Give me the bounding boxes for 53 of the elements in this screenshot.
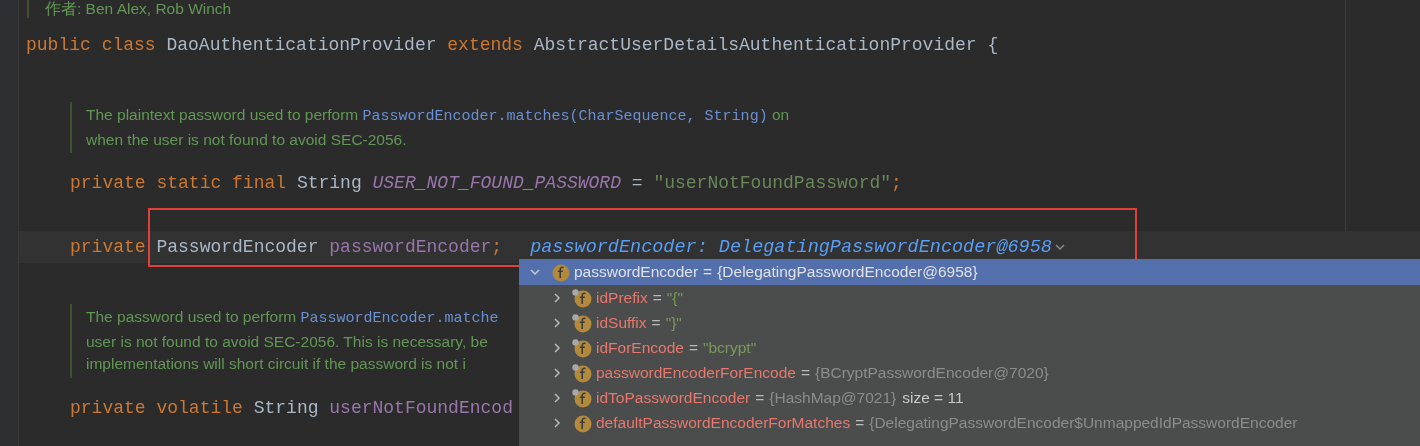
equals-sign: =: [688, 338, 698, 357]
variable-name: idSuffix: [596, 313, 647, 332]
equals-sign: =: [800, 363, 810, 382]
doc-comment-line: user is not found to avoid SEC-2056. This is necessary, be: [86, 331, 488, 352]
size-text: size = 11: [902, 388, 964, 407]
code-line: private volatile String userNotFoundEncod: [70, 397, 513, 418]
chevron-down-icon[interactable]: [529, 266, 541, 278]
variable-value: {DelegatingPasswordEncoder$UnmappedIdPasswordEncoder: [869, 413, 1298, 432]
variable-value: {HashMap@7021}: [769, 388, 897, 407]
field-icon: [571, 287, 592, 308]
variable-name: defaultPasswordEncoderForMatches: [596, 413, 851, 432]
chevron-down-icon[interactable]: [1054, 243, 1065, 251]
equals-sign: =: [855, 413, 865, 432]
field-icon: [571, 312, 592, 333]
code-line: private PasswordEncoder passwordEncoder;: [70, 237, 503, 257]
equals-sign: =: [651, 313, 661, 332]
variable-row[interactable]: passwordEncoderForEncode = {BCryptPasswordEncoder@7020}: [519, 360, 1420, 385]
variable-name: idPrefix: [596, 288, 648, 307]
field-icon: [571, 387, 592, 408]
code-line: private static final String USER_NOT_FOUND_PASSWORD = "userNotFoundPassword";: [70, 173, 902, 193]
doc-comment-line: The plaintext password used to perform PasswordEncoder.matches(CharSequence, String) on: [86, 105, 790, 127]
inline-value-hint[interactable]: passwordEncoder: DelegatingPasswordEncoder@6958: [530, 236, 1052, 258]
variable-value: {DelegatingPasswordEncoder@6958}: [717, 263, 978, 281]
variable-name: idForEncode: [596, 338, 684, 357]
variable-value: {BCryptPasswordEncoder@7020}: [814, 363, 1049, 382]
variable-row[interactable]: idPrefix = "{": [519, 285, 1420, 310]
variable-row[interactable]: defaultPasswordEncoderForMatches = {DelegatingPasswordEncoder$UnmappedIdPasswordEncoder: [519, 410, 1420, 435]
doc-comment-line: when the user is not found to avoid SEC-2056.: [86, 129, 407, 150]
variable-name: idToPasswordEncoder: [596, 388, 751, 407]
variable-name: passwordEncoder: [574, 263, 699, 281]
variable-value: "{": [666, 288, 683, 307]
code-line: public class DaoAuthenticationProvider extends AbstractUserDetailsAuthenticationProvider {: [26, 35, 999, 55]
variable-row[interactable]: idSuffix = "}": [519, 310, 1420, 335]
equals-sign: =: [652, 288, 662, 307]
field-icon: [571, 337, 592, 358]
chevron-right-icon[interactable]: [551, 341, 563, 354]
equals-sign: =: [703, 263, 713, 281]
field-icon: [571, 362, 592, 383]
variable-name: passwordEncoderForEncode: [596, 363, 796, 382]
variable-value: "}": [665, 313, 682, 332]
doc-comment-line: implementations will short circuit if the password is not i: [86, 354, 466, 374]
chevron-right-icon[interactable]: [551, 416, 563, 429]
doc-comment-line: The password used to perform PasswordEncoder.matche: [86, 307, 499, 329]
doc-author-line: 作者: Ben Alex, Rob Winch: [45, 0, 233, 18]
chevron-right-icon[interactable]: [551, 391, 563, 404]
chevron-right-icon[interactable]: [551, 291, 563, 304]
chevron-right-icon[interactable]: [551, 366, 563, 379]
chevron-right-icon[interactable]: [551, 316, 563, 329]
variable-value: "bcrypt": [702, 338, 757, 357]
variable-row[interactable]: passwordEncoder = {DelegatingPasswordEncoder@6958}: [519, 259, 1420, 285]
equals-sign: =: [755, 388, 765, 407]
variable-row[interactable]: idToPasswordEncoder = {HashMap@7021} size = 11: [519, 385, 1420, 410]
variable-row[interactable]: idForEncode = "bcrypt": [519, 335, 1420, 360]
